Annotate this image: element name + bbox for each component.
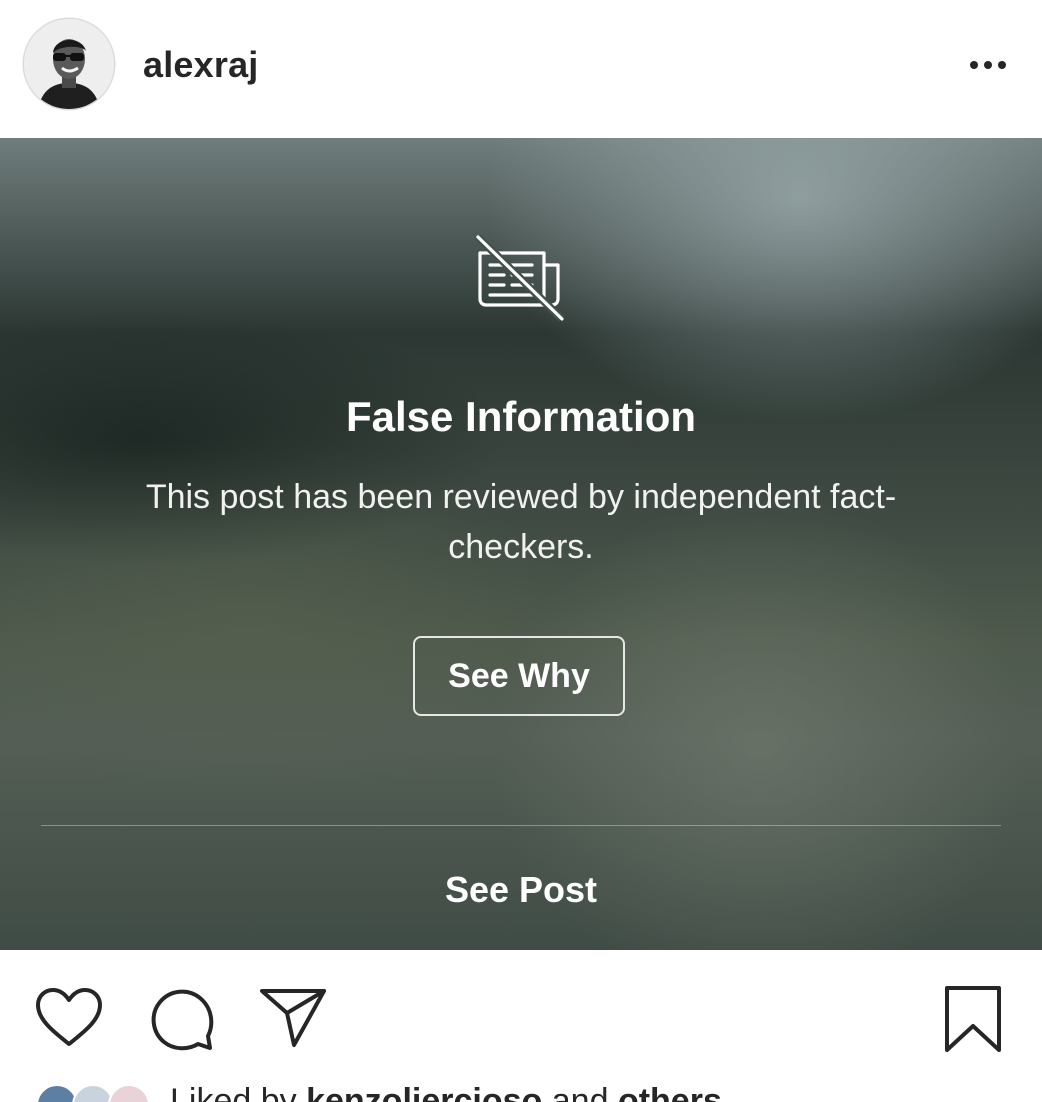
liker-username[interactable]: kenzoliercioso xyxy=(306,1082,542,1102)
heart-icon[interactable] xyxy=(34,986,104,1048)
paper-plane-icon[interactable] xyxy=(258,986,328,1048)
bookmark-icon[interactable] xyxy=(942,984,1004,1054)
liked-by-connector: and xyxy=(551,1082,609,1102)
avatar-photo xyxy=(24,19,114,109)
overlay-divider xyxy=(41,825,1001,826)
post-media-overlay: False Information This post has been rev… xyxy=(0,138,1042,950)
post-header: alexraj xyxy=(0,0,1042,138)
username[interactable]: alexraj xyxy=(143,44,259,86)
news-crossed-out-icon xyxy=(475,235,565,322)
liker-avatars[interactable] xyxy=(36,1084,156,1102)
overlay-title: False Information xyxy=(345,393,697,440)
liked-by-others[interactable]: others xyxy=(618,1082,722,1102)
comment-bubble-icon[interactable] xyxy=(148,986,216,1052)
more-options-icon[interactable] xyxy=(964,48,1012,82)
avatar[interactable] xyxy=(24,19,114,109)
liked-by-prefix: Liked by xyxy=(170,1082,297,1102)
liked-by-text[interactable]: Liked by kenzoliercioso and others xyxy=(170,1080,722,1102)
see-why-button[interactable]: See Why xyxy=(413,636,625,716)
liker-avatar xyxy=(108,1084,150,1102)
liked-by-row: Liked by kenzoliercioso and others xyxy=(0,1078,1042,1102)
see-post-button[interactable]: See Post xyxy=(0,864,1042,916)
overlay-description: This post has been reviewed by independe… xyxy=(145,478,897,566)
action-bar xyxy=(0,950,1042,1060)
